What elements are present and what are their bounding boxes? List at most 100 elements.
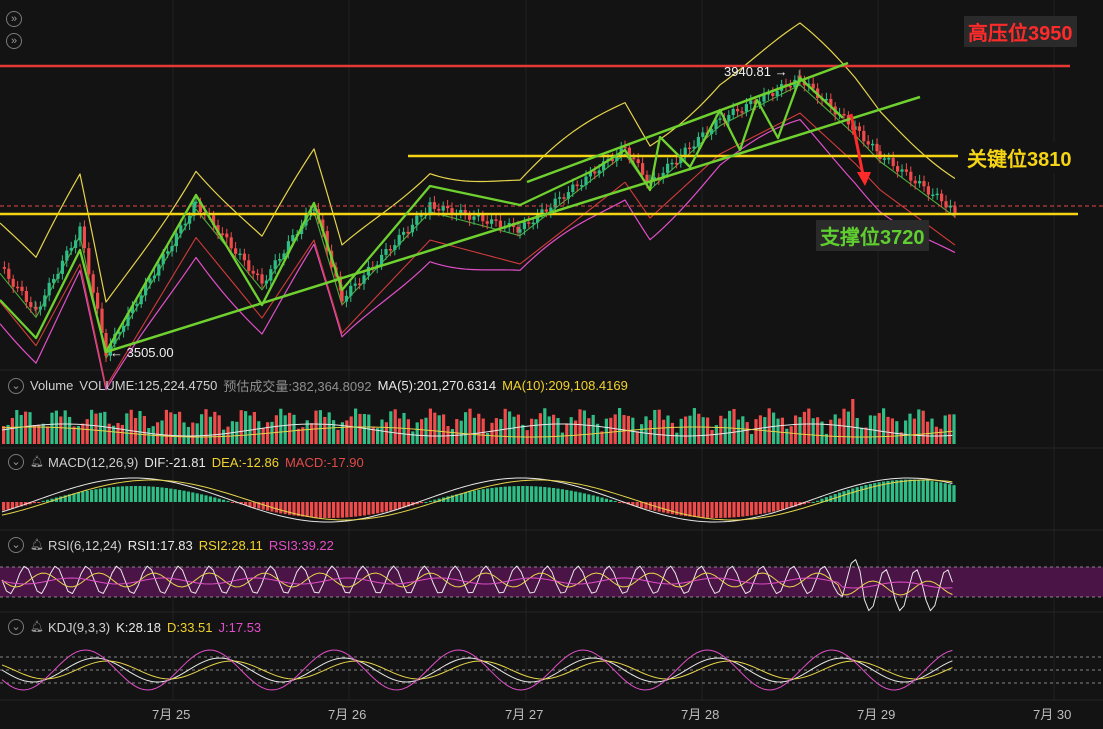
volume-bar (138, 411, 142, 444)
candle-body (340, 290, 344, 302)
macd-histogram-bar (741, 502, 745, 517)
macd-histogram-bar (952, 485, 956, 502)
chevron-down-icon[interactable]: ⌄ (8, 619, 24, 635)
low-price-label: ← 3505.00 (110, 345, 174, 360)
candle-body (518, 229, 522, 233)
macd-histogram-bar (327, 502, 331, 518)
macd-histogram-bar (384, 502, 388, 512)
volume-bar (358, 413, 362, 444)
candle-body (229, 237, 233, 249)
volume-bar (442, 414, 446, 444)
macd-histogram-bar (477, 489, 481, 502)
macd-histogram-bar (486, 488, 490, 502)
candle-body (34, 306, 38, 310)
macd-histogram-bar (301, 502, 305, 517)
expand-indicators-icon[interactable]: » (6, 33, 22, 49)
volume-ma5: MA(5):201,270.6314 (377, 378, 497, 393)
volume-bar (257, 421, 261, 444)
bell-icon[interactable]: 🔔︎ (30, 621, 44, 633)
candle-body (174, 233, 178, 247)
candle-body (562, 197, 566, 199)
chevron-down-icon[interactable]: ⌄ (8, 377, 24, 394)
macd-histogram-bar (582, 493, 586, 502)
macd-histogram-bar (895, 480, 899, 502)
volume-bar (446, 426, 450, 444)
macd-histogram-bar (912, 479, 916, 502)
macd-histogram-bar (948, 484, 952, 502)
volume-bar (904, 420, 908, 444)
volume-bar (772, 412, 776, 444)
candle-body (402, 231, 406, 235)
macd-histogram-bar (191, 492, 195, 502)
volume-bar (380, 419, 384, 444)
candle-body (498, 220, 502, 228)
volume-bar (464, 412, 468, 444)
chevron-down-icon[interactable]: ⌄ (8, 537, 24, 553)
macd-histogram-bar (534, 486, 538, 502)
volume-bar (2, 426, 6, 444)
volume-bar (499, 419, 503, 444)
macd-histogram-bar (481, 489, 485, 502)
candle-body (7, 268, 11, 279)
macd-histogram-bar (556, 488, 560, 502)
candle-body (16, 286, 20, 289)
chevron-down-icon[interactable]: ⌄ (8, 454, 24, 470)
candle-body (256, 273, 260, 276)
volume-bar (675, 432, 679, 444)
macd-histogram-bar (314, 502, 318, 518)
macd-histogram-bar (521, 486, 525, 502)
candle-body (641, 163, 645, 175)
bell-icon[interactable]: 🔔︎ (30, 456, 44, 468)
macd-histogram-bar (310, 502, 314, 518)
candle-body (11, 278, 15, 287)
candle-body (415, 215, 419, 225)
candle-body (225, 233, 229, 238)
candle-body (948, 205, 952, 208)
candle-body (29, 302, 33, 308)
macd-histogram-bar (147, 486, 151, 502)
macd-histogram-bar (569, 490, 573, 502)
macd-histogram-bar (371, 502, 375, 515)
volume-bar (758, 415, 762, 444)
candle-body (696, 136, 700, 147)
candle-body (74, 240, 78, 248)
volume-bar (684, 416, 688, 444)
macd-histogram-bar (398, 502, 402, 509)
rsi3: RSI3:39.22 (268, 537, 334, 553)
candle-body (896, 166, 900, 172)
volume-bar (81, 423, 85, 444)
macd-histogram-bar (182, 490, 186, 502)
candle-body (584, 176, 588, 186)
bell-icon[interactable]: 🔔︎ (30, 539, 44, 551)
volume-bar (895, 421, 899, 444)
macd-histogram-bar (842, 491, 846, 502)
volume-bar (345, 420, 349, 444)
candle-body (953, 207, 957, 213)
macd-histogram-bar (934, 481, 938, 502)
candle-body (166, 251, 170, 254)
candle-body (727, 114, 731, 121)
macd-histogram-bar (754, 502, 758, 515)
volume-bar (252, 411, 256, 444)
macd-histogram-bar (596, 496, 600, 502)
volume-bar (349, 416, 353, 444)
collapse-indicators-icon[interactable]: » (6, 11, 22, 27)
candle-body (24, 291, 28, 303)
macd-histogram-bar (90, 489, 94, 502)
volume-bar (468, 408, 472, 444)
macd-histogram-bar (930, 481, 934, 502)
macd-histogram-bar (490, 487, 494, 502)
macd-histogram-bar (908, 479, 912, 502)
candle-body (43, 295, 47, 307)
macd-histogram-bar (468, 491, 472, 502)
volume-bar (926, 421, 930, 444)
volume-bar (332, 420, 336, 444)
support-level-label: 支撑位3720 (816, 220, 929, 251)
macd-histogram-bar (516, 486, 520, 502)
macd-histogram-bar (10, 502, 14, 509)
volume-bar (512, 416, 516, 444)
candle-body (78, 226, 82, 241)
volume-bar (569, 417, 573, 444)
macd-histogram-bar (868, 483, 872, 502)
macd-histogram-bar (283, 502, 287, 515)
